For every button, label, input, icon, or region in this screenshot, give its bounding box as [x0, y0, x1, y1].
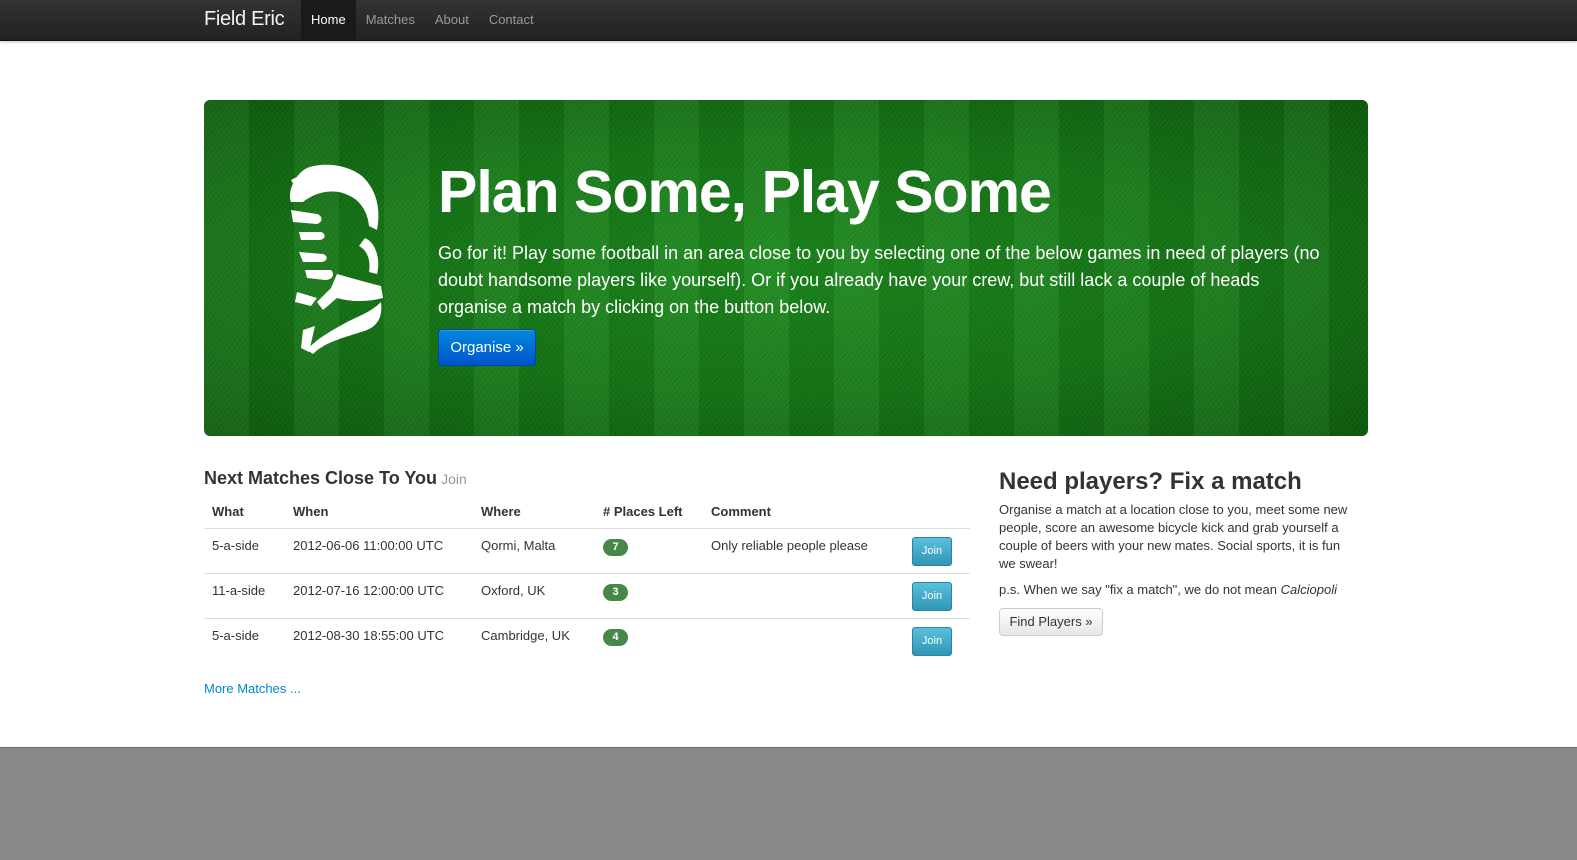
match-when: 2012-07-16 12:00:00 UTC — [285, 572, 473, 618]
matches-heading: Next Matches Close To You Join — [204, 468, 467, 489]
matches-heading-subtitle: Join — [441, 471, 467, 487]
nav-item-about[interactable]: About — [425, 0, 479, 40]
more-matches-link[interactable]: More Matches ... — [204, 681, 301, 696]
top-navbar: Field Eric Home Matches About Contact — [0, 0, 1577, 41]
match-where: Qormi, Malta — [473, 527, 595, 573]
table-row: 5-a-side 2012-08-30 18:55:00 UTC Cambrid… — [204, 617, 970, 663]
match-where: Oxford, UK — [473, 572, 595, 618]
main-nav: Home Matches About Contact — [301, 0, 544, 40]
hero-description: Go for it! Play some football in an area… — [438, 243, 1320, 317]
footballer-silhouette-icon — [289, 164, 383, 354]
match-action-cell: Join — [904, 527, 970, 573]
match-what: 5-a-side — [204, 527, 285, 573]
match-action-cell: Join — [904, 617, 970, 663]
organise-button[interactable]: Organise » — [438, 329, 536, 366]
column-header-where: Where — [481, 504, 521, 520]
match-comment — [703, 617, 904, 663]
join-button[interactable]: Join — [912, 626, 952, 656]
matches-table: What When Where # Places Left Comment 5-… — [204, 496, 970, 663]
find-players-button[interactable]: Find Players » — [999, 608, 1103, 636]
column-header-places-left: # Places Left — [603, 504, 683, 520]
match-places-cell: 3 — [595, 572, 703, 618]
sidebar-title: Need players? Fix a match — [999, 468, 1302, 495]
match-what: 5-a-side — [204, 617, 285, 663]
hero-banner: Plan Some, Play Some Go for it! Play som… — [204, 100, 1368, 436]
join-button[interactable]: Join — [912, 536, 952, 566]
nav-item-contact[interactable]: Contact — [479, 0, 544, 40]
match-places-cell: 7 — [595, 527, 703, 573]
matches-heading-title: Next Matches Close To You — [204, 468, 438, 488]
table-row: 11-a-side 2012-07-16 12:00:00 UTC Oxford… — [204, 572, 970, 618]
match-comment — [703, 572, 904, 618]
postscript-text: p.s. When we say "fix a match", we do no… — [999, 582, 1281, 597]
sidebar-description: Organise a match at a location close to … — [999, 502, 1348, 571]
column-header-what: What — [212, 504, 244, 520]
match-when: 2012-08-30 18:55:00 UTC — [285, 617, 473, 663]
match-action-cell: Join — [904, 572, 970, 618]
table-header-row: What When Where # Places Left Comment — [204, 496, 970, 528]
places-left-badge: 4 — [603, 628, 628, 646]
column-header-when: When — [293, 504, 329, 520]
match-places-cell: 4 — [595, 617, 703, 663]
nav-item-matches[interactable]: Matches — [356, 0, 425, 40]
match-where: Cambridge, UK — [473, 617, 595, 663]
column-header-action — [904, 496, 970, 528]
join-button[interactable]: Join — [912, 581, 952, 611]
match-comment: Only reliable people please — [703, 527, 904, 573]
postscript-emphasis: Calciopoli — [1280, 582, 1338, 597]
nav-item-home[interactable]: Home — [301, 0, 356, 40]
hero-title: Plan Some, Play Some — [438, 159, 1052, 225]
match-when: 2012-06-06 11:00:00 UTC — [285, 527, 473, 573]
table-row: 5-a-side 2012-06-06 11:00:00 UTC Qormi, … — [204, 527, 970, 573]
page-footer — [0, 747, 1577, 860]
match-what: 11-a-side — [204, 572, 285, 618]
places-left-badge: 3 — [603, 583, 628, 601]
places-left-badge: 7 — [603, 538, 628, 556]
column-header-comment: Comment — [711, 504, 771, 520]
brand-logo[interactable]: Field Eric — [204, 8, 285, 31]
sidebar-postscript: p.s. When we say "fix a match", we do no… — [999, 582, 1337, 597]
